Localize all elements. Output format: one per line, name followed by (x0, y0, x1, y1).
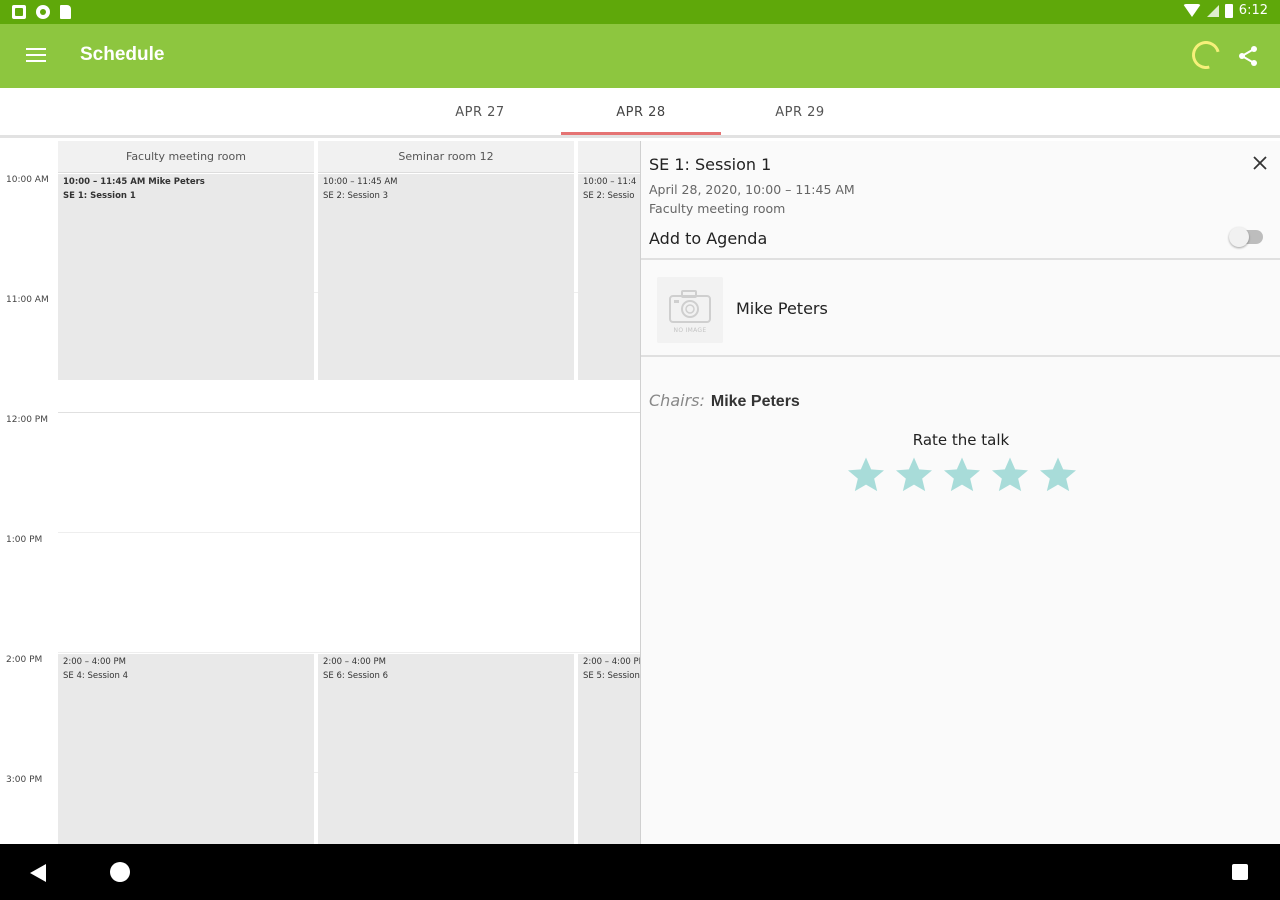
session-block-se4-session-4[interactable]: 2:00 – 4:00 PM SE 4: Session 4 (58, 654, 314, 844)
divider (641, 258, 1280, 260)
speaker-avatar[interactable]: NO IMAGE (657, 277, 723, 343)
session-time: 10:00 – 11:45 AM (323, 177, 398, 187)
star-icon[interactable] (846, 455, 886, 495)
tab-apr-29[interactable]: APR 29 (720, 105, 880, 120)
session-datetime: April 28, 2020, 10:00 – 11:45 AM (649, 182, 855, 197)
chairs-label: Chairs: (649, 391, 705, 410)
status-bar: 6:12 (0, 0, 1280, 24)
session-name: SE 1: Session 1 (63, 191, 136, 201)
back-icon[interactable] (30, 864, 46, 882)
time-label: 11:00 AM (6, 295, 49, 305)
menu-icon[interactable] (26, 48, 46, 64)
divider (641, 355, 1280, 357)
camera-icon (669, 290, 711, 323)
tab-apr-27[interactable]: APR 27 (400, 105, 560, 120)
app-toolbar: Schedule (0, 24, 1280, 88)
star-icon[interactable] (894, 455, 934, 495)
rate-talk-label: Rate the talk (912, 431, 1010, 449)
time-label: 1:00 PM (6, 535, 43, 545)
session-time: 2:00 – 4:00 PM (63, 657, 126, 667)
time-label: 12:00 PM (6, 415, 48, 425)
date-tabs: APR 27 APR 28 APR 29 (0, 88, 1280, 138)
session-time: 10:00 – 11:45 AM Mike Peters (63, 177, 205, 187)
hour-line (58, 532, 640, 533)
session-block-se5-partial[interactable]: 2:00 – 4:00 PM SE 5: Session (578, 654, 640, 844)
add-to-agenda-label: Add to Agenda (649, 229, 768, 248)
status-time: 6:12 (1238, 3, 1268, 18)
session-name: SE 5: Session (583, 671, 640, 681)
session-room: Faculty meeting room (649, 201, 786, 216)
toggle-knob (1229, 227, 1249, 247)
sd-card-icon (60, 5, 71, 19)
home-icon[interactable] (110, 862, 130, 882)
session-block-se2-session-3[interactable]: 10:00 – 11:45 AM SE 2: Session 3 (318, 174, 574, 380)
no-image-label: NO IMAGE (673, 327, 707, 334)
cell-signal-icon (1206, 4, 1219, 17)
notification-sync-icon (36, 5, 50, 19)
session-block-se6-session-6[interactable]: 2:00 – 4:00 PM SE 6: Session 6 (318, 654, 574, 844)
session-name: SE 4: Session 4 (63, 671, 128, 681)
session-title: SE 1: Session 1 (649, 155, 772, 174)
star-icon[interactable] (990, 455, 1030, 495)
session-name: SE 2: Sessio (583, 191, 635, 201)
page-title: Schedule (80, 44, 165, 65)
time-label: 3:00 PM (6, 775, 43, 785)
notification-app-icon (12, 5, 26, 19)
session-time: 2:00 – 4:00 PM (323, 657, 386, 667)
hour-line (58, 652, 640, 653)
room-header-third (578, 141, 640, 173)
recent-apps-icon[interactable] (1232, 864, 1248, 880)
session-time: 10:00 – 11:4 (583, 177, 637, 187)
star-icon[interactable] (942, 455, 982, 495)
tab-apr-28[interactable]: APR 28 (561, 105, 721, 120)
session-detail-panel: SE 1: Session 1 April 28, 2020, 10:00 – … (640, 141, 1280, 844)
hour-line (58, 412, 640, 413)
session-block-se2-partial[interactable]: 10:00 – 11:4 SE 2: Sessio (578, 174, 640, 380)
room-header-seminar-room-12: Seminar room 12 (318, 141, 574, 173)
share-icon[interactable] (1236, 44, 1260, 68)
battery-icon (1224, 3, 1233, 18)
chairs-name: Mike Peters (710, 393, 800, 410)
session-block-se1-session-1[interactable]: 10:00 – 11:45 AM Mike Peters SE 1: Sessi… (58, 174, 314, 380)
chairs-row: Chairs: Mike Peters (649, 391, 800, 411)
session-time: 2:00 – 4:00 PM (583, 657, 640, 667)
add-to-agenda-toggle[interactable] (1229, 227, 1263, 247)
schedule-grid[interactable]: 10:00 AM 11:00 AM 12:00 PM 1:00 PM 2:00 … (0, 141, 640, 844)
room-header-faculty-meeting-room: Faculty meeting room (58, 141, 314, 173)
time-label: 10:00 AM (6, 175, 49, 185)
active-tab-indicator (561, 132, 721, 135)
time-label: 2:00 PM (6, 655, 43, 665)
star-icon[interactable] (1038, 455, 1078, 495)
close-icon[interactable] (1252, 155, 1268, 171)
wifi-icon (1182, 4, 1201, 17)
rating-stars[interactable] (846, 455, 1078, 495)
session-name: SE 2: Session 3 (323, 191, 388, 201)
session-name: SE 6: Session 6 (323, 671, 388, 681)
system-nav-bar (0, 844, 1280, 900)
speaker-name[interactable]: Mike Peters (736, 299, 828, 318)
loading-spinner-icon (1186, 35, 1226, 75)
